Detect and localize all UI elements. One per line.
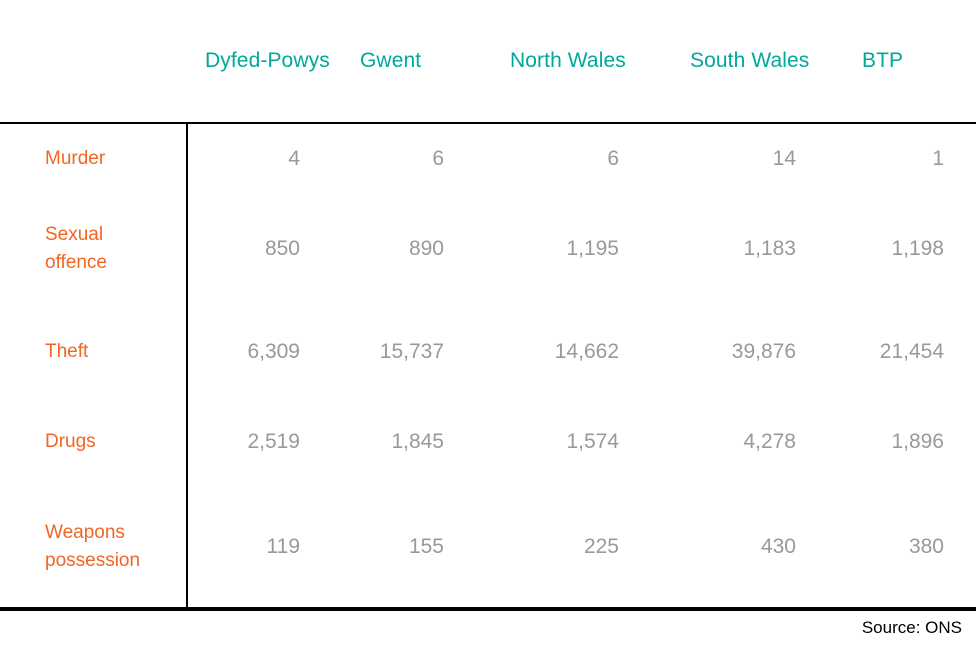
cell-sexual-offence-gwent: 890 xyxy=(342,194,492,304)
column-header-north-wales: North Wales xyxy=(492,0,672,124)
row-label-weapons-possession: Weapons possession xyxy=(0,484,188,611)
table-row: Weapons possession 119 155 225 430 380 xyxy=(0,484,976,611)
cell-weapons-possession-dyfed-powys: 119 xyxy=(187,484,342,611)
row-label-murder: Murder xyxy=(0,123,188,194)
cell-sexual-offence-dyfed-powys: 850 xyxy=(187,194,342,304)
cell-weapons-possession-north-wales: 225 xyxy=(492,484,672,611)
cell-theft-dyfed-powys: 6,309 xyxy=(187,304,342,399)
column-header-south-wales: South Wales xyxy=(672,0,844,124)
cell-weapons-possession-gwent: 155 xyxy=(342,484,492,611)
cell-murder-gwent: 6 xyxy=(342,123,492,194)
cell-theft-btp: 21,454 xyxy=(844,304,976,399)
row-label-sexual-offence: Sexual offence xyxy=(0,194,188,304)
column-header-gwent: Gwent xyxy=(342,0,492,124)
table-row: Drugs 2,519 1,845 1,574 4,278 1,896 xyxy=(0,399,976,484)
cell-drugs-south-wales: 4,278 xyxy=(672,399,844,484)
cell-theft-north-wales: 14,662 xyxy=(492,304,672,399)
slide-root: Dyfed-Powys Gwent North Wales South Wale… xyxy=(0,0,976,650)
table-body: Murder 4 6 6 14 1 Sexual offence 850 890 … xyxy=(0,123,976,611)
table-corner-cell xyxy=(0,0,187,124)
cell-drugs-btp: 1,896 xyxy=(844,399,976,484)
cell-drugs-dyfed-powys: 2,519 xyxy=(187,399,342,484)
cell-theft-south-wales: 39,876 xyxy=(672,304,844,399)
cell-murder-dyfed-powys: 4 xyxy=(187,123,342,194)
cell-weapons-possession-south-wales: 430 xyxy=(672,484,844,611)
cell-murder-north-wales: 6 xyxy=(492,123,672,194)
table-header: Dyfed-Powys Gwent North Wales South Wale… xyxy=(0,0,976,124)
cell-sexual-offence-btp: 1,198 xyxy=(844,194,976,304)
column-header-dyfed-powys: Dyfed-Powys xyxy=(187,0,342,124)
table-header-row: Dyfed-Powys Gwent North Wales South Wale… xyxy=(0,0,976,124)
cell-murder-south-wales: 14 xyxy=(672,123,844,194)
cell-drugs-gwent: 1,845 xyxy=(342,399,492,484)
column-header-btp: BTP xyxy=(844,0,976,124)
cell-drugs-north-wales: 1,574 xyxy=(492,399,672,484)
cell-weapons-possession-btp: 380 xyxy=(844,484,976,611)
table-row: Sexual offence 850 890 1,195 1,183 1,198 xyxy=(0,194,976,304)
source-attribution: Source: ONS xyxy=(861,618,962,637)
table-bottom-rule xyxy=(0,607,976,609)
cell-sexual-offence-north-wales: 1,195 xyxy=(492,194,672,304)
crime-statistics-table: Dyfed-Powys Gwent North Wales South Wale… xyxy=(0,0,976,611)
cell-theft-gwent: 15,737 xyxy=(342,304,492,399)
row-label-drugs: Drugs xyxy=(0,399,188,484)
table-row: Murder 4 6 6 14 1 xyxy=(0,123,976,194)
cell-sexual-offence-south-wales: 1,183 xyxy=(672,194,844,304)
cell-murder-btp: 1 xyxy=(844,123,976,194)
row-label-theft: Theft xyxy=(0,304,188,399)
table-row: Theft 6,309 15,737 14,662 39,876 21,454 xyxy=(0,304,976,399)
